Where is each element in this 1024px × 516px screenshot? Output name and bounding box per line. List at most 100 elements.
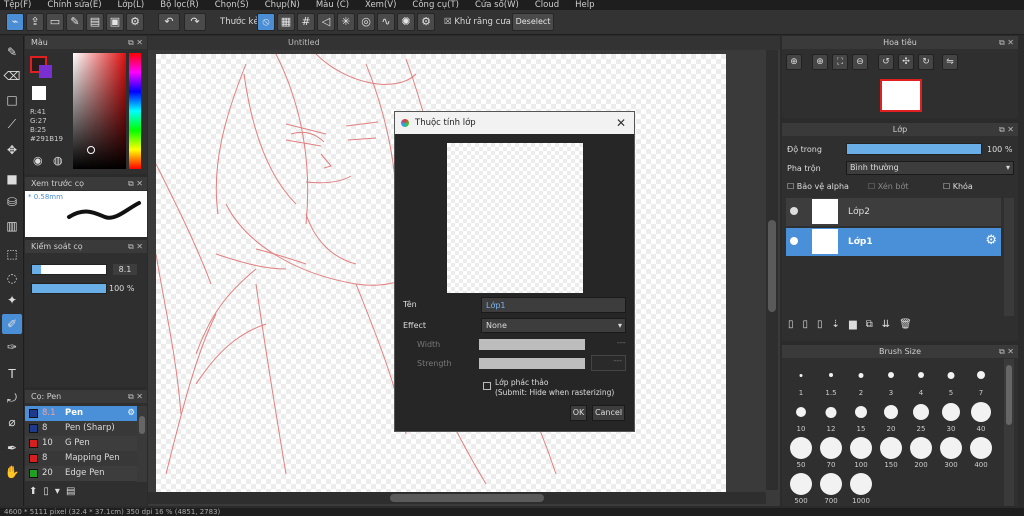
- protect-alpha-checkbox[interactable]: ☐ Bảo vệ alpha: [787, 182, 849, 191]
- hand-tool-icon[interactable]: ✋: [2, 462, 22, 482]
- palette-icon[interactable]: ◉: [33, 154, 43, 167]
- menu-item[interactable]: Chụp(N): [265, 0, 300, 10]
- menu-item[interactable]: Cửa sổ(W): [475, 0, 519, 10]
- brush-size-option[interactable]: 700: [816, 471, 846, 505]
- layer-icon[interactable]: ▣: [106, 13, 124, 31]
- chat-icon[interactable]: ▭: [46, 13, 64, 31]
- menu-item[interactable]: Lớp(L): [118, 0, 145, 10]
- horizontal-scroll-thumb[interactable]: [390, 494, 544, 502]
- menu-item[interactable]: Màu (C): [316, 0, 349, 10]
- lock-checkbox[interactable]: ☐ Khóa: [943, 182, 973, 191]
- flip-icon[interactable]: ⇋: [942, 54, 958, 70]
- zoom-in-icon[interactable]: ⊕: [812, 54, 828, 70]
- brush-size-option[interactable]: 300: [936, 435, 966, 469]
- new-brush-icon[interactable]: ▯: [43, 486, 55, 497]
- dialog-close-icon[interactable]: ✕: [616, 112, 626, 134]
- size-slider[interactable]: [31, 264, 107, 275]
- document-tab[interactable]: Untitled: [148, 36, 780, 50]
- brush-list-item[interactable]: 10 G Pen: [25, 436, 137, 451]
- parallel-ruler-icon[interactable]: ▦: [277, 13, 295, 31]
- undo-icon[interactable]: ↶: [158, 13, 180, 31]
- brush-size-option[interactable]: 40: [966, 399, 996, 433]
- rotate-right-icon[interactable]: ↻: [918, 54, 934, 70]
- lasso-tool-icon[interactable]: ◌: [2, 268, 22, 288]
- rotate-left-icon[interactable]: ↺: [878, 54, 894, 70]
- export-icon[interactable]: ⇪: [26, 13, 44, 31]
- perspective-icon[interactable]: ◁: [317, 13, 335, 31]
- antialias-checkbox[interactable]: ☒ Khử răng cưa: [444, 17, 511, 27]
- import-layer-icon[interactable]: ⇣: [832, 319, 849, 330]
- brush-size-option[interactable]: 100: [846, 435, 876, 469]
- layer-row-lop2[interactable]: Lớp2: [786, 198, 1001, 226]
- deselect-button[interactable]: Deselect: [512, 13, 554, 31]
- brush-size-option[interactable]: 30: [936, 399, 966, 433]
- brush-size-option[interactable]: 7: [966, 363, 996, 397]
- zoom-fit-icon[interactable]: ⊕: [786, 54, 802, 70]
- brush-tool-icon[interactable]: ✎: [2, 42, 22, 62]
- brush-size-option[interactable]: 500: [786, 471, 816, 505]
- move-tool-icon[interactable]: ✥: [2, 140, 22, 160]
- layer-name-input[interactable]: [481, 297, 626, 313]
- brush-size-option[interactable]: 2: [846, 363, 876, 397]
- new-folder-layer-icon[interactable]: ▯: [817, 319, 832, 330]
- brush-size-option[interactable]: 70: [816, 435, 846, 469]
- strength-slider[interactable]: [479, 358, 585, 369]
- navigator-thumbnail[interactable]: [880, 79, 922, 112]
- eraser-tool-icon[interactable]: ⌫: [2, 66, 22, 86]
- brush-size-option[interactable]: 1: [786, 363, 816, 397]
- brush-menu-icon[interactable]: ▾: [55, 486, 66, 497]
- brush-settings-icon[interactable]: ▤: [66, 486, 81, 497]
- brush-size-option[interactable]: 15: [846, 399, 876, 433]
- select-pen-icon[interactable]: ✐: [2, 314, 22, 334]
- layer-opacity-slider[interactable]: [846, 143, 982, 155]
- brush-settings-gear-icon[interactable]: ⚙: [127, 406, 135, 421]
- brush-size-scrollbar[interactable]: [1004, 359, 1014, 506]
- brush-size-option[interactable]: 4: [906, 363, 936, 397]
- layers-scrollbar[interactable]: [1004, 198, 1014, 316]
- zoom-out-icon[interactable]: ⊖: [852, 54, 868, 70]
- brush-size-option[interactable]: 10: [786, 399, 816, 433]
- strength-input[interactable]: ---: [591, 355, 626, 371]
- folder-icon[interactable]: ▆: [849, 319, 866, 330]
- visibility-eye-icon[interactable]: [790, 207, 798, 215]
- menu-item[interactable]: Tệp(F): [4, 0, 31, 10]
- brush-list-item[interactable]: 8.1 Pen ⚙: [25, 406, 137, 421]
- brush-size-option[interactable]: 150: [876, 435, 906, 469]
- reset-view-icon[interactable]: ✣: [898, 54, 914, 70]
- layer-settings-icon[interactable]: ⚙: [985, 233, 997, 248]
- brush-size-option[interactable]: 50: [786, 435, 816, 469]
- brush-size-option[interactable]: 1000: [846, 471, 876, 505]
- color-saturation-field[interactable]: [73, 53, 126, 169]
- new-halftone-layer-icon[interactable]: ▯: [803, 319, 818, 330]
- menu-item[interactable]: Chỉnh sửa(E): [47, 0, 101, 10]
- menu-item[interactable]: Cloud: [535, 0, 559, 10]
- effect-select[interactable]: None ▾: [481, 318, 626, 333]
- curve-icon[interactable]: ∿: [377, 13, 395, 31]
- gradient-tool-icon[interactable]: ▥: [2, 216, 22, 236]
- text-tool-icon[interactable]: T: [2, 364, 22, 384]
- radial-icon[interactable]: ✳: [337, 13, 355, 31]
- magic-wand-icon[interactable]: ✦: [2, 290, 22, 310]
- merge-layer-icon[interactable]: ⇊: [882, 319, 899, 330]
- rectangle-tool-icon[interactable]: □: [2, 90, 22, 110]
- select-rect-icon[interactable]: ⬚: [2, 244, 22, 264]
- width-slider[interactable]: [479, 339, 585, 350]
- eyedropper-icon[interactable]: ✒: [2, 438, 22, 458]
- duplicate-layer-icon[interactable]: ⧉: [866, 319, 882, 330]
- color-mix-icon[interactable]: ◍: [53, 154, 63, 167]
- size-value[interactable]: 8.1: [113, 264, 137, 275]
- add-brush-icon[interactable]: ⬆: [29, 486, 43, 497]
- sketch-layer-checkbox[interactable]: [483, 382, 491, 390]
- select-eraser-icon[interactable]: ✑: [2, 337, 22, 357]
- vertical-scroll-thumb[interactable]: [768, 220, 776, 312]
- color-picker-handle[interactable]: [87, 146, 95, 154]
- hue-slider[interactable]: [129, 53, 141, 169]
- ok-button[interactable]: OK: [570, 405, 587, 421]
- brush-size-option[interactable]: 5: [936, 363, 966, 397]
- bucket-tool-icon[interactable]: ⛁: [2, 192, 22, 212]
- symmetry-icon[interactable]: ✺: [397, 13, 415, 31]
- brush-list-item[interactable]: 8 Pen (Sharp): [25, 421, 137, 436]
- concentric-icon[interactable]: ◎: [357, 13, 375, 31]
- secondary-color-swatch[interactable]: [39, 65, 52, 78]
- delete-layer-icon[interactable]: 🗑: [899, 319, 921, 330]
